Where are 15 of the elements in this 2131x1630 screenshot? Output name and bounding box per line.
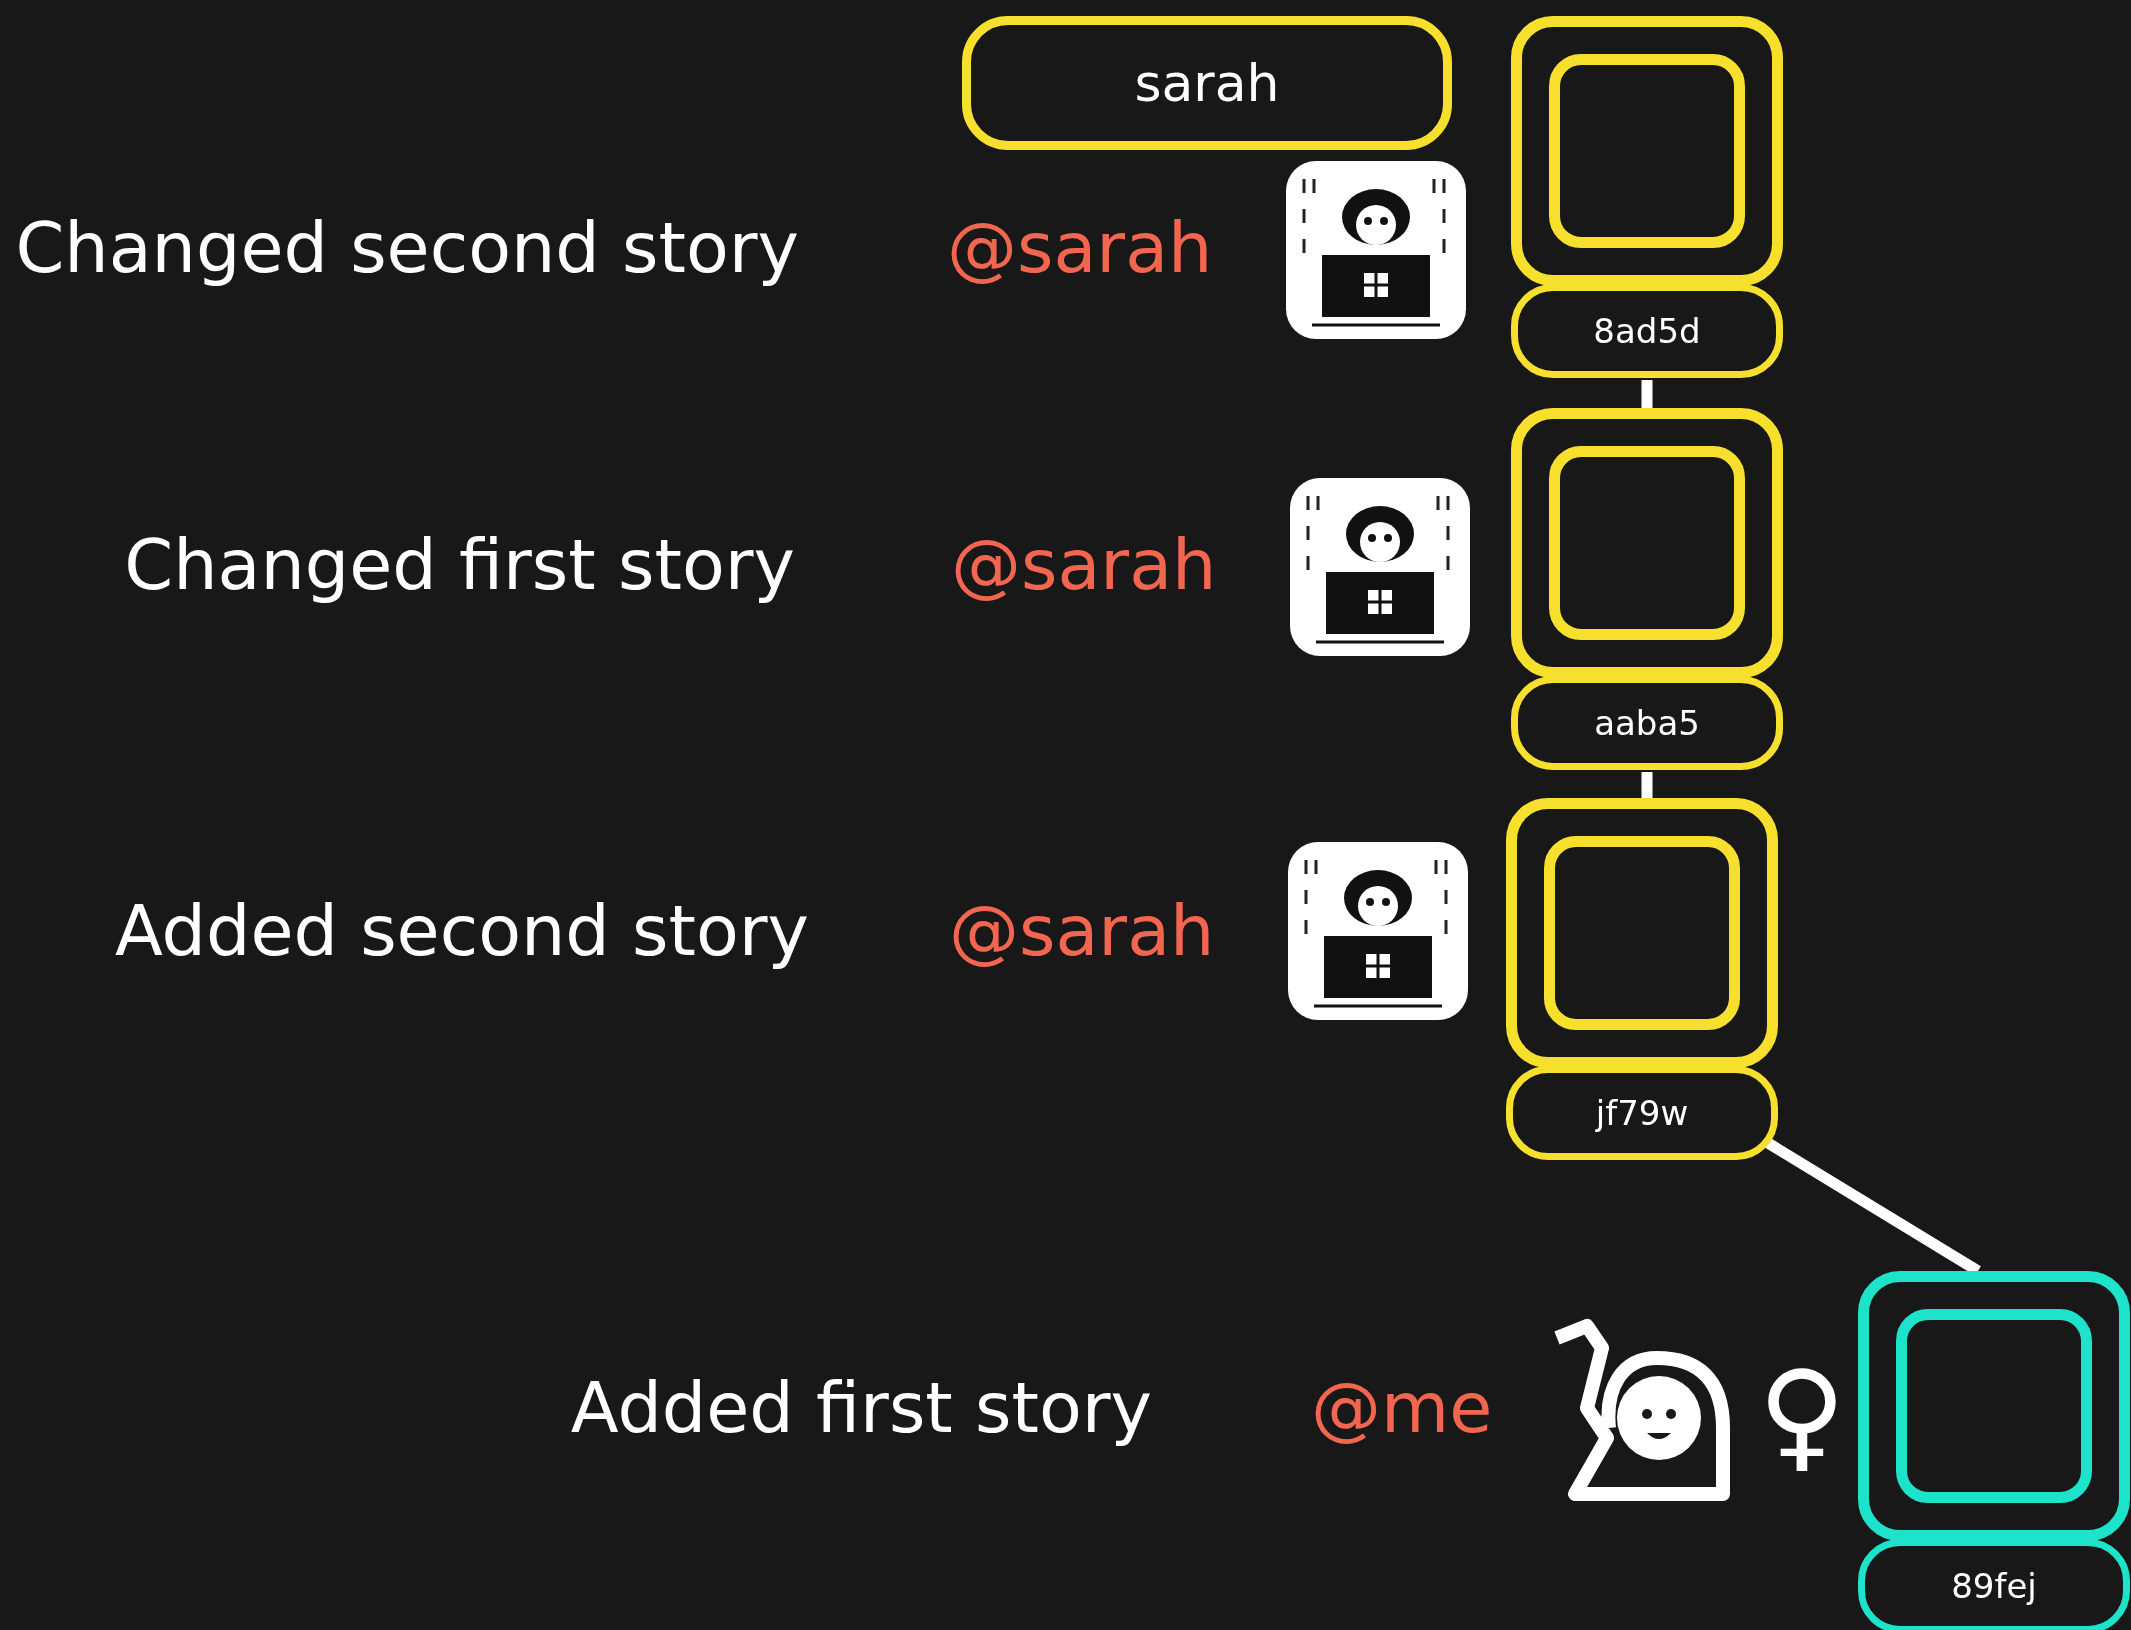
female-sign: ♀: [1758, 1355, 1846, 1475]
author-handle: @sarah: [951, 530, 1217, 600]
commit-hash-label: jf79w: [1506, 1066, 1778, 1160]
connector-line: [1641, 380, 1653, 408]
author-handle: @me: [1311, 1373, 1493, 1443]
person-with-laptop-icon: [1288, 476, 1472, 658]
person-with-laptop-icon: [1286, 840, 1470, 1022]
connector-line: [1641, 772, 1653, 798]
branch-label: sarah: [962, 16, 1452, 150]
author-handle: @sarah: [947, 213, 1213, 283]
author-handle: @sarah: [949, 896, 1215, 966]
person-with-laptop-icon: [1284, 159, 1468, 341]
commit-hash-label: 89fej: [1858, 1539, 2130, 1630]
commit-hash-label: 8ad5d: [1511, 284, 1783, 378]
commit-hash-label: aaba5: [1511, 676, 1783, 770]
